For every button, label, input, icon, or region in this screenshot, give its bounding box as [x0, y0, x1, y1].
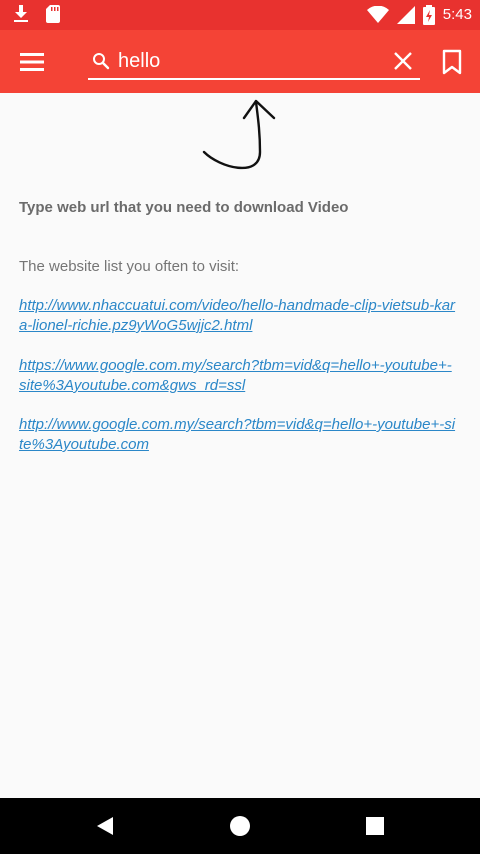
download-icon [14, 5, 28, 22]
prompt-text: Type web url that you need to download V… [19, 199, 349, 216]
search-icon [93, 53, 110, 70]
toolbar [0, 30, 480, 93]
search-input[interactable] [118, 46, 378, 76]
arrow-annotation-icon [202, 99, 276, 170]
status-bar: 5:43 [0, 0, 480, 30]
sd-card-icon [46, 5, 60, 23]
bookmark-icon[interactable] [440, 49, 464, 75]
back-icon[interactable] [95, 815, 115, 837]
status-time: 5:43 [442, 6, 472, 23]
website-link[interactable]: http://www.nhaccuatui.com/video/hello-ha… [19, 296, 459, 336]
wifi-icon [366, 6, 389, 23]
battery-icon [422, 5, 435, 25]
close-icon[interactable] [392, 50, 414, 72]
home-icon[interactable] [229, 815, 251, 837]
website-link[interactable]: https://www.google.com.my/search?tbm=vid… [19, 356, 459, 396]
signal-icon [396, 6, 415, 24]
recents-icon[interactable] [365, 816, 385, 836]
list-title: The website list you often to visit: [19, 258, 240, 275]
website-link[interactable]: http://www.google.com.my/search?tbm=vid&… [19, 415, 459, 455]
menu-icon[interactable] [20, 51, 46, 73]
search-bar [88, 44, 420, 80]
navigation-bar [0, 798, 480, 854]
